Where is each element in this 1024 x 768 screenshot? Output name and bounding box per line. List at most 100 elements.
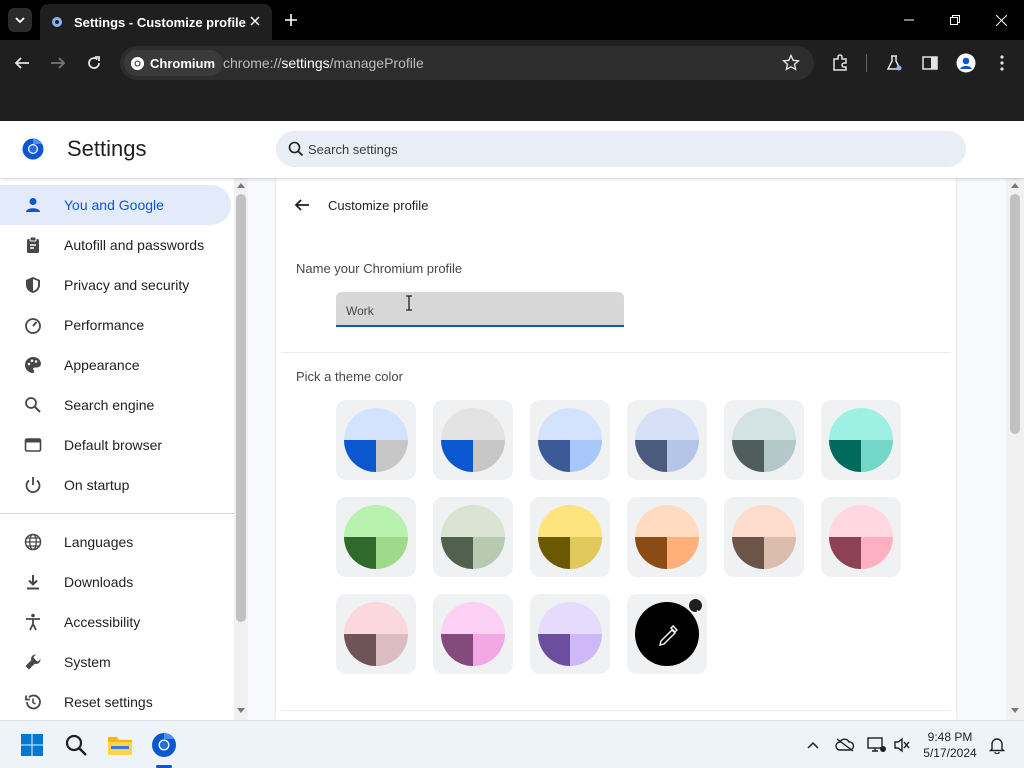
sidebar-item-label: Downloads (64, 574, 134, 590)
theme-color-swatch[interactable] (627, 497, 707, 577)
sidebar-item-you-and-google[interactable]: You and Google (0, 185, 231, 225)
forward-button[interactable] (46, 51, 70, 75)
sidebar-item-default-browser[interactable]: Default browser (0, 425, 231, 465)
side-panel-button[interactable] (919, 52, 941, 74)
custom-color-picker-swatch[interactable] (627, 594, 707, 674)
tab-title: Settings - Customize profile (74, 14, 246, 30)
window-close-button[interactable] (978, 0, 1024, 40)
network-button[interactable] (867, 735, 887, 755)
theme-color-swatch[interactable] (530, 594, 610, 674)
theme-color-swatch[interactable] (433, 497, 513, 577)
profile-button[interactable] (955, 52, 977, 74)
theme-color-swatch[interactable] (336, 400, 416, 480)
tab-search-button[interactable] (8, 8, 32, 32)
site-info-chip[interactable]: Chromium (124, 50, 223, 76)
notifications-button[interactable] (987, 735, 1007, 755)
sidebar-item-performance[interactable]: Performance (0, 305, 231, 345)
back-button[interactable] (10, 51, 34, 75)
speedometer-icon (24, 316, 42, 334)
tab-strip: Settings - Customize profile (0, 0, 1024, 40)
theme-color-swatch[interactable] (627, 400, 707, 480)
scroll-up-arrow-icon[interactable] (1011, 183, 1019, 188)
theme-color-swatch[interactable] (530, 497, 610, 577)
restore-button[interactable] (932, 0, 978, 40)
restore-icon (950, 15, 960, 25)
system-clock[interactable]: 9:48 PM 5/17/2024 (914, 729, 986, 761)
onedrive-status-button[interactable] (835, 735, 855, 755)
folder-icon (108, 737, 132, 755)
theme-color-circle (344, 602, 408, 666)
profile-name-field[interactable] (336, 292, 624, 327)
chromium-taskbar-button[interactable] (150, 731, 178, 759)
search-input[interactable] (308, 131, 908, 167)
theme-color-circle (441, 408, 505, 472)
settings-header: Settings (0, 121, 1024, 178)
theme-color-swatch[interactable] (821, 400, 901, 480)
chevron-up-icon (807, 741, 819, 749)
star-icon (782, 54, 800, 71)
theme-color-swatch[interactable] (336, 497, 416, 577)
theme-color-circle (635, 408, 699, 472)
theme-color-swatch[interactable] (336, 594, 416, 674)
sidebar-item-accessibility[interactable]: Accessibility (0, 602, 231, 642)
sidebar-item-privacy[interactable]: Privacy and security (0, 265, 231, 305)
sidebar-item-appearance[interactable]: Appearance (0, 345, 231, 385)
theme-color-swatch[interactable] (433, 400, 513, 480)
labs-button[interactable] (883, 52, 905, 74)
file-explorer-button[interactable] (106, 731, 134, 759)
wrench-icon (24, 653, 42, 671)
bookmark-button[interactable] (782, 54, 800, 72)
scroll-down-arrow-icon[interactable] (1011, 708, 1019, 713)
kebab-menu-icon (1000, 55, 1004, 71)
menu-button[interactable] (991, 52, 1013, 74)
reset-history-icon (24, 693, 42, 711)
scrollbar-thumb[interactable] (236, 194, 246, 622)
sidebar-item-languages[interactable]: Languages (0, 522, 231, 562)
theme-color-swatch[interactable] (433, 594, 513, 674)
sidebar-item-label: Accessibility (64, 614, 141, 630)
extensions-button[interactable] (829, 52, 851, 74)
minimize-icon (904, 19, 914, 21)
sidebar-item-downloads[interactable]: Downloads (0, 562, 231, 602)
theme-color-swatch[interactable] (724, 497, 804, 577)
sidebar-item-system[interactable]: System (0, 642, 231, 682)
sidebar-scrollbar[interactable] (234, 178, 248, 720)
power-icon (24, 476, 42, 494)
theme-color-circle (344, 408, 408, 472)
back-arrow-button[interactable] (293, 196, 311, 214)
minimize-button[interactable] (886, 0, 932, 40)
url-text[interactable]: chrome://settings/manageProfile (223, 55, 424, 71)
profile-name-input[interactable] (336, 292, 624, 325)
tab-close-button[interactable] (246, 12, 264, 30)
sidebar-item-on-startup[interactable]: On startup (0, 465, 231, 505)
reload-button[interactable] (82, 51, 106, 75)
sidebar-item-label: Performance (64, 317, 145, 333)
theme-color-circle (441, 505, 505, 569)
taskbar-search-button[interactable] (62, 731, 90, 759)
tab-settings[interactable]: Settings - Customize profile (40, 4, 272, 40)
arrow-left-icon (14, 57, 29, 69)
windows-taskbar: 9:48 PM 5/17/2024 (0, 720, 1024, 768)
scroll-up-arrow-icon[interactable] (237, 183, 245, 188)
theme-color-swatch[interactable] (530, 400, 610, 480)
new-tab-button[interactable] (280, 9, 302, 31)
sidebar-item-reset-settings[interactable]: Reset settings (0, 682, 231, 720)
scrollbar-thumb[interactable] (1010, 194, 1020, 434)
sidebar-item-autofill[interactable]: Autofill and passwords (0, 225, 231, 265)
sidebar-item-label: System (64, 654, 111, 670)
sidebar-item-search-engine[interactable]: Search engine (0, 385, 231, 425)
omnibox[interactable]: Chromium chrome://settings/manageProfile (120, 46, 814, 80)
volume-button[interactable] (892, 735, 912, 755)
scroll-down-arrow-icon[interactable] (237, 708, 245, 713)
close-icon (250, 16, 260, 26)
theme-color-circle (538, 408, 602, 472)
start-button[interactable] (18, 731, 46, 759)
chromium-logo-icon (22, 138, 44, 160)
theme-color-circle (829, 408, 893, 472)
theme-color-swatch[interactable] (724, 400, 804, 480)
theme-color-swatch[interactable] (821, 497, 901, 577)
show-hidden-icons-button[interactable] (803, 735, 823, 755)
settings-search[interactable] (276, 131, 966, 167)
main-scrollbar[interactable] (1006, 178, 1024, 720)
sidebar-item-label: Privacy and security (64, 277, 190, 293)
